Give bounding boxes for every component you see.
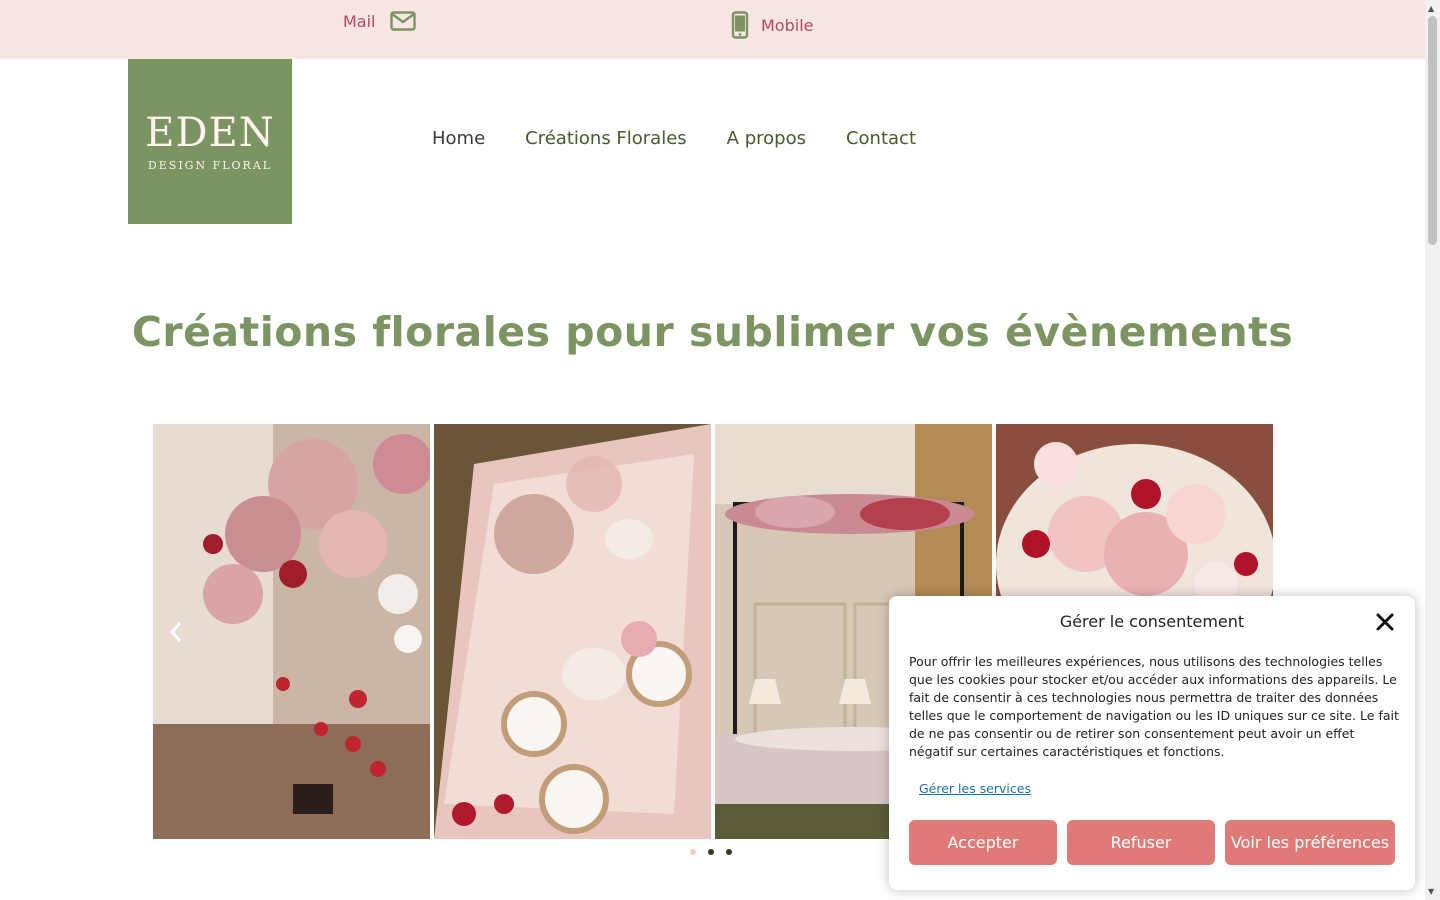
nav-item-a-propos[interactable]: A propos	[727, 128, 806, 149]
main-navigation: Home Créations Florales A propos Contact	[432, 128, 916, 149]
logo-tagline: DESIGN FLORAL	[147, 159, 273, 172]
carousel-slide-hanging-flowers[interactable]	[153, 424, 430, 839]
top-contact-bar: Mail Mobile	[0, 0, 1425, 59]
phone-icon	[731, 11, 749, 39]
carousel-dot-3[interactable]	[726, 849, 732, 855]
page-scrollbar[interactable]: ▲ ▼	[1425, 0, 1440, 900]
envelope-icon	[389, 11, 416, 31]
nav-item-creations-florales[interactable]: Créations Florales	[525, 128, 687, 149]
cookie-consent-dialog: Gérer le consentement Pour offrir les me…	[889, 596, 1415, 890]
mobile-link[interactable]: Mobile	[731, 11, 813, 39]
nav-item-contact[interactable]: Contact	[846, 128, 916, 149]
close-icon[interactable]	[1375, 612, 1395, 632]
carousel-prev-button[interactable]	[163, 617, 189, 647]
preferences-button[interactable]: Voir les préférences	[1225, 820, 1395, 865]
scroll-up-icon[interactable]: ▲	[1428, 4, 1434, 13]
carousel-pagination	[690, 849, 732, 855]
scroll-down-icon[interactable]: ▼	[1428, 887, 1434, 896]
carousel-slide-table-setting[interactable]	[434, 424, 711, 839]
accept-button[interactable]: Accepter	[909, 820, 1057, 865]
table-setting-image	[434, 424, 711, 839]
chevron-left-icon	[169, 622, 182, 642]
logo-brand: EDEN	[145, 110, 275, 156]
scrollbar-thumb[interactable]	[1428, 16, 1437, 245]
consent-body: Pour offrir les meilleures expériences, …	[909, 654, 1399, 759]
mobile-label: Mobile	[761, 15, 814, 35]
site-logo[interactable]: EDEN DESIGN FLORAL	[128, 59, 292, 224]
carousel-dot-1[interactable]	[690, 849, 696, 855]
carousel-dot-2[interactable]	[708, 849, 714, 855]
manage-services-link[interactable]: Gérer les services	[919, 781, 1031, 796]
refuse-button[interactable]: Refuser	[1067, 820, 1215, 865]
mail-label: Mail	[343, 11, 376, 31]
page-title: Créations florales pour sublimer vos évè…	[131, 308, 1294, 356]
consent-title: Gérer le consentement	[1059, 612, 1245, 631]
hanging-floral-image	[153, 424, 430, 839]
nav-item-home[interactable]: Home	[432, 128, 485, 149]
mail-link[interactable]: Mail	[343, 11, 416, 31]
